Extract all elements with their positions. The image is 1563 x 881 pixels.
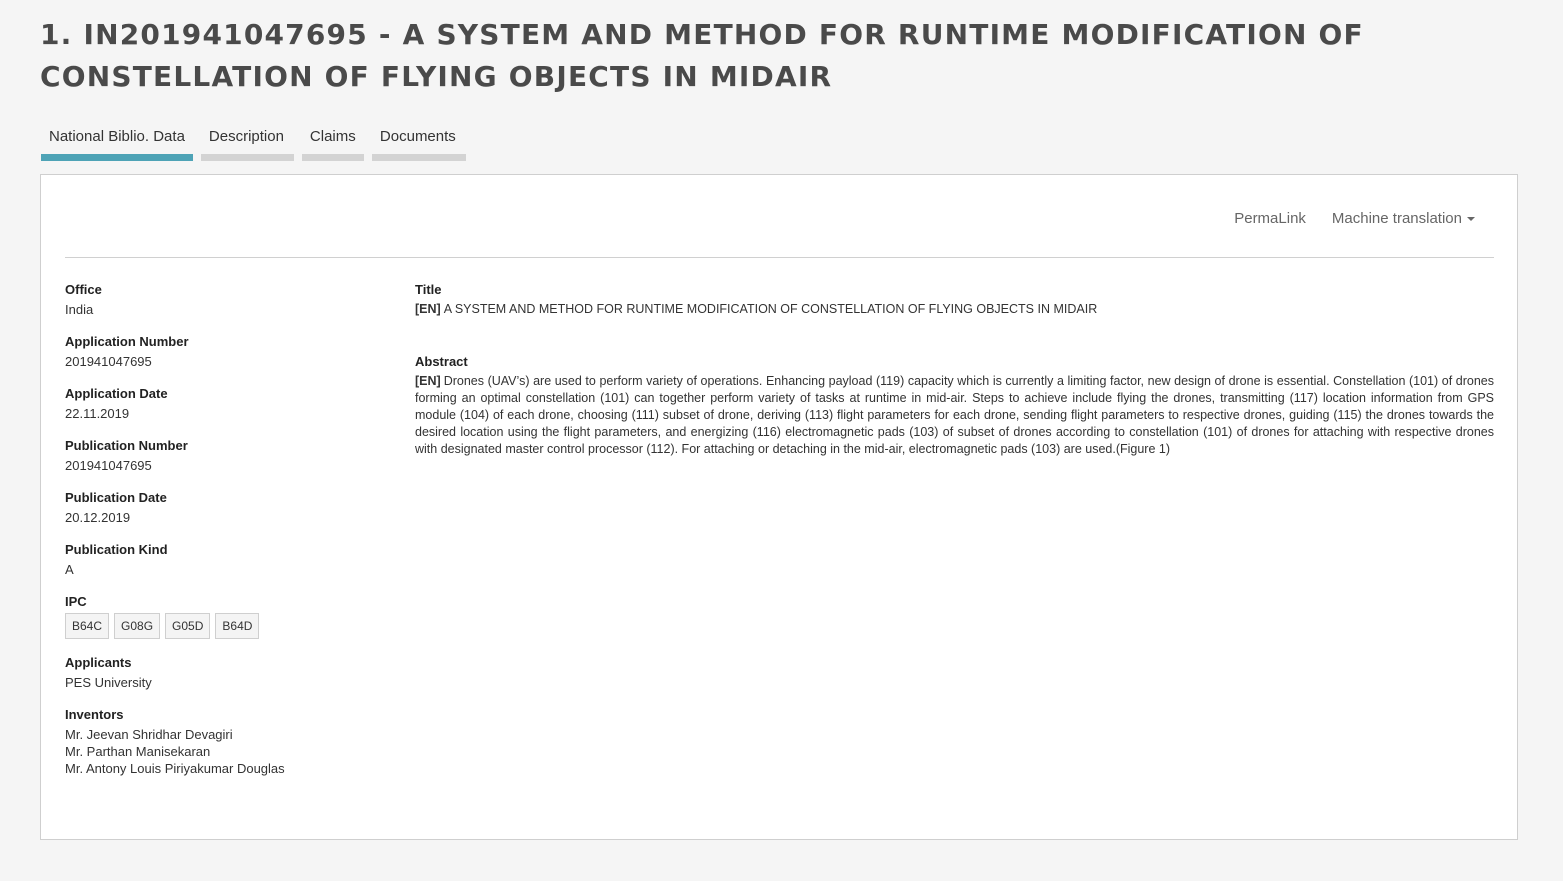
caret-down-icon bbox=[1467, 217, 1475, 221]
inventor-name: Mr. Parthan Manisekaran bbox=[65, 743, 385, 760]
abstract-text: Drones (UAV’s) are used to perform varie… bbox=[415, 374, 1494, 456]
applicants-label: Applicants bbox=[65, 655, 385, 670]
title-text-line: [EN]A SYSTEM AND METHOD FOR RUNTIME MODI… bbox=[415, 301, 1494, 318]
inventor-name: Mr. Jeevan Shridhar Devagiri bbox=[65, 726, 385, 743]
ipc-code-tag[interactable]: B64D bbox=[215, 613, 259, 639]
application-number-value: 201941047695 bbox=[65, 353, 385, 370]
publication-number-label: Publication Number bbox=[65, 438, 385, 453]
abstract-section: Abstract [EN]Drones (UAV’s) are used to … bbox=[415, 354, 1494, 458]
biblio-fields: Office India Application Number 20194104… bbox=[65, 282, 385, 793]
office-label: Office bbox=[65, 282, 385, 297]
tab-description[interactable]: Description bbox=[201, 124, 294, 161]
page-title: 1. IN201941047695 - A SYSTEM AND METHOD … bbox=[40, 14, 1520, 98]
inventors-field: Inventors Mr. Jeevan Shridhar Devagiri M… bbox=[65, 707, 385, 777]
inventor-name: Mr. Antony Louis Piriyakumar Douglas bbox=[65, 760, 385, 777]
title-label: Title bbox=[415, 282, 1494, 297]
title-lang-code: [EN] bbox=[415, 302, 441, 316]
abstract-lang-code: [EN] bbox=[415, 374, 441, 388]
title-abstract-column: Title [EN]A SYSTEM AND METHOD FOR RUNTIM… bbox=[415, 282, 1494, 474]
title-section: Title [EN]A SYSTEM AND METHOD FOR RUNTIM… bbox=[415, 282, 1494, 318]
machine-translation-label: Machine translation bbox=[1332, 210, 1462, 227]
application-date-value: 22.11.2019 bbox=[65, 405, 385, 422]
tab-bar: National Biblio. Data Description Claims… bbox=[41, 124, 466, 161]
applicants-field: Applicants PES University bbox=[65, 655, 385, 691]
publication-number-value: 201941047695 bbox=[65, 457, 385, 474]
ipc-code-tag[interactable]: B64C bbox=[65, 613, 109, 639]
tab-documents[interactable]: Documents bbox=[372, 124, 466, 161]
publication-kind-label: Publication Kind bbox=[65, 542, 385, 557]
application-date-label: Application Date bbox=[65, 386, 385, 401]
divider bbox=[65, 257, 1494, 258]
abstract-label: Abstract bbox=[415, 354, 1494, 369]
ipc-code-tag[interactable]: G05D bbox=[165, 613, 210, 639]
abstract-body: [EN]Drones (UAV’s) are used to perform v… bbox=[415, 373, 1494, 458]
ipc-code-tag[interactable]: G08G bbox=[114, 613, 160, 639]
tab-national-biblio-data[interactable]: National Biblio. Data bbox=[41, 124, 193, 161]
biblio-panel: PermaLink Machine translation Office Ind… bbox=[40, 174, 1518, 840]
tab-claims[interactable]: Claims bbox=[302, 124, 364, 161]
application-number-field: Application Number 201941047695 bbox=[65, 334, 385, 370]
inventors-label: Inventors bbox=[65, 707, 385, 722]
publication-date-field: Publication Date 20.12.2019 bbox=[65, 490, 385, 526]
machine-translation-dropdown[interactable]: Machine translation bbox=[1332, 210, 1475, 227]
panel-toolbar: PermaLink Machine translation bbox=[1234, 210, 1475, 227]
applicants-value: PES University bbox=[65, 674, 385, 691]
title-text: A SYSTEM AND METHOD FOR RUNTIME MODIFICA… bbox=[444, 302, 1098, 316]
ipc-label: IPC bbox=[65, 594, 385, 609]
publication-kind-value: A bbox=[65, 561, 385, 578]
publication-number-field: Publication Number 201941047695 bbox=[65, 438, 385, 474]
ipc-field: IPC B64C G08G G05D B64D bbox=[65, 594, 385, 639]
ipc-list: B64C G08G G05D B64D bbox=[65, 613, 385, 639]
office-field: Office India bbox=[65, 282, 385, 318]
office-value: India bbox=[65, 301, 385, 318]
application-number-label: Application Number bbox=[65, 334, 385, 349]
publication-date-label: Publication Date bbox=[65, 490, 385, 505]
publication-kind-field: Publication Kind A bbox=[65, 542, 385, 578]
publication-date-value: 20.12.2019 bbox=[65, 509, 385, 526]
application-date-field: Application Date 22.11.2019 bbox=[65, 386, 385, 422]
permalink-link[interactable]: PermaLink bbox=[1234, 210, 1306, 227]
